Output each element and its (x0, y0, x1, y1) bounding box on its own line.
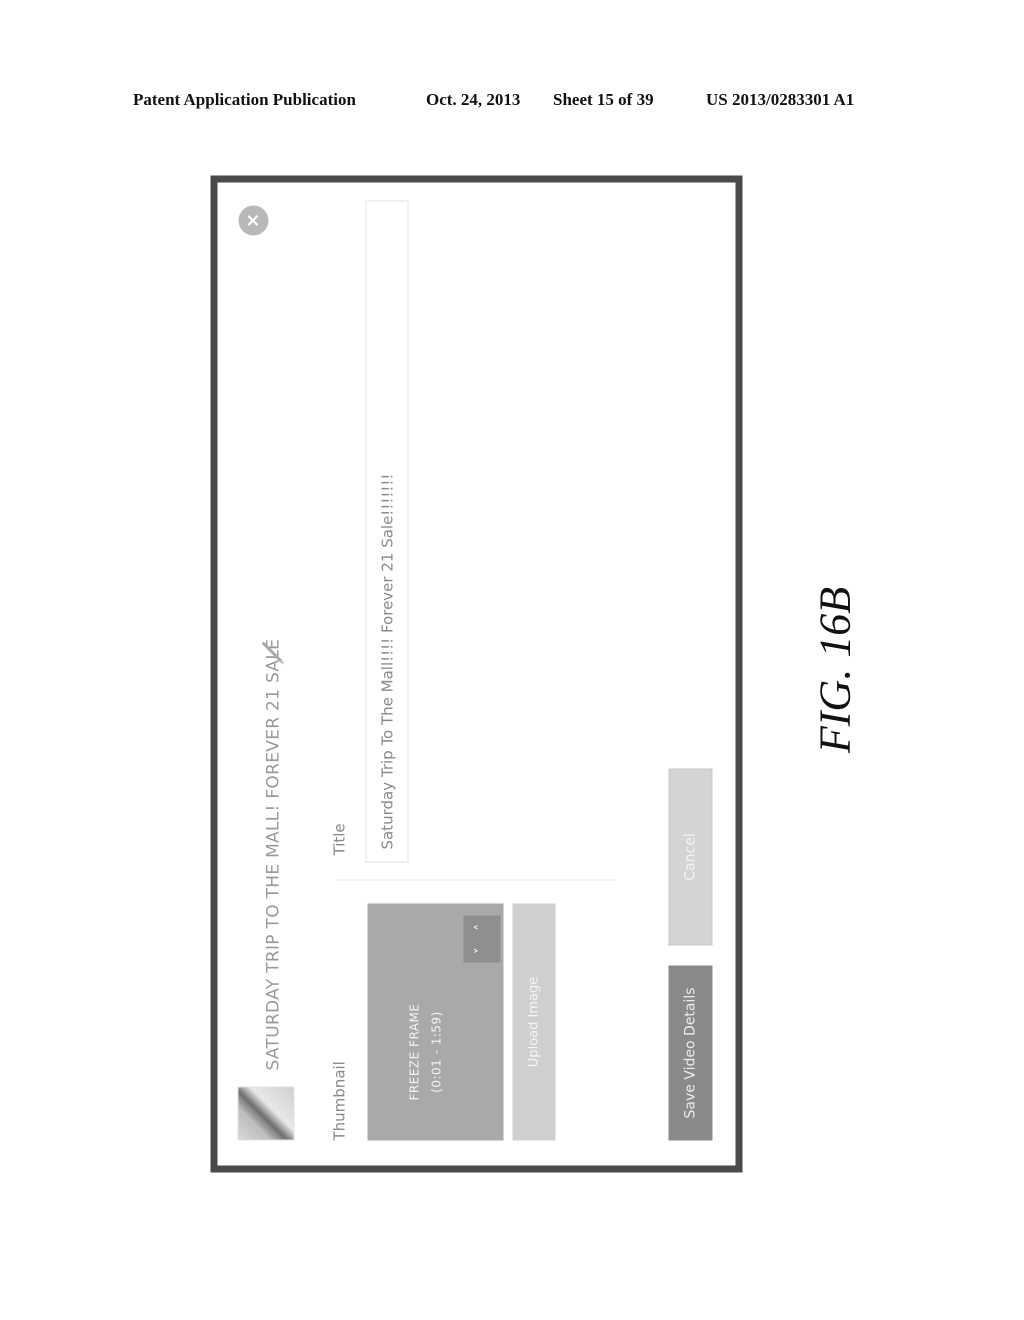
publication-label: Patent Application Publication (133, 90, 356, 109)
sheet-number: Sheet 15 of 39 (553, 90, 654, 109)
thumbnail-label: Thumbnail (330, 1060, 348, 1140)
column-divider (338, 879, 613, 880)
figure-label: FIG. 16B (810, 586, 860, 754)
freeze-frame-selector[interactable]: FREEZE FRAME (0:01 - 1:59) ˅ ˄ (367, 903, 503, 1140)
freeze-frame-text: FREEZE FRAME (0:01 - 1:59) (403, 963, 447, 1140)
save-video-details-button[interactable]: Save Video Details (668, 965, 712, 1140)
video-details-dialog: SATURDAY TRIP TO THE MALL! FOREVER 21 SA… (210, 175, 742, 1172)
video-thumbnail-avatar (237, 1086, 294, 1140)
pencil-icon[interactable] (259, 639, 285, 665)
dialog-body: SATURDAY TRIP TO THE MALL! FOREVER 21 SA… (217, 182, 735, 1165)
upload-image-button[interactable]: Upload Image (512, 903, 555, 1140)
frame-stepper[interactable]: ˅ ˄ (463, 915, 500, 962)
publication-header: Patent Application Publication Oct. 24, … (0, 90, 1024, 114)
dialog-title: SATURDAY TRIP TO THE MALL! FOREVER 21 SA… (263, 638, 283, 1070)
freeze-frame-range: (0:01 - 1:59) (429, 1010, 443, 1093)
freeze-frame-title: FREEZE FRAME (407, 1003, 421, 1100)
title-label: Title (330, 822, 348, 855)
close-icon[interactable]: × (238, 205, 268, 235)
publication-date: Oct. 24, 2013 (426, 90, 521, 109)
chevron-down-icon[interactable]: ˅ (463, 947, 500, 954)
title-input[interactable] (365, 200, 408, 862)
cancel-button[interactable]: Cancel (668, 768, 712, 945)
chevron-up-icon[interactable]: ˄ (463, 923, 500, 930)
publication-number: US 2013/0283301 A1 (706, 90, 855, 109)
